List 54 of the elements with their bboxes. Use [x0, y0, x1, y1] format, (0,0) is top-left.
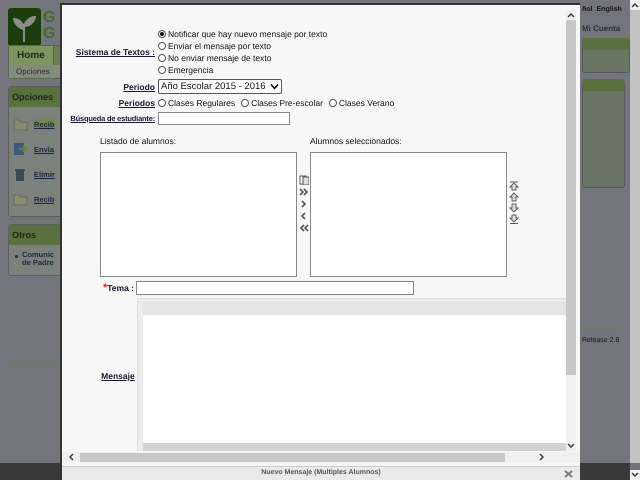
chevron-down-icon[interactable]	[630, 470, 640, 480]
radio-label: Clases Pre-escolar	[251, 98, 323, 108]
radio-button[interactable]	[328, 99, 337, 107]
logo-letter: G	[43, 10, 56, 26]
field-label: Periodos	[118, 98, 155, 108]
student-list[interactable]	[100, 152, 297, 277]
required-mark: *	[102, 282, 108, 294]
folder-icon	[13, 192, 28, 206]
nav-tab[interactable]: Home	[9, 46, 54, 65]
scroll-thumb[interactable]	[566, 20, 576, 375]
document-icon[interactable]	[298, 175, 308, 185]
chevron-right-icon[interactable]	[298, 199, 308, 209]
field-label: Mensaje	[101, 371, 135, 381]
logo-letter: G	[43, 26, 56, 42]
radio-button[interactable]	[158, 42, 166, 50]
period-select[interactable]: Año Escolar 2015 - 2016	[158, 79, 282, 94]
radio-button[interactable]	[158, 30, 166, 38]
arrow-down-icon[interactable]	[509, 203, 519, 214]
bullet-icon	[15, 255, 18, 258]
arrow-up-icon[interactable]	[509, 192, 519, 203]
radio-button[interactable]	[158, 66, 166, 74]
double-chevron-right-icon[interactable]	[298, 187, 308, 197]
radio-button[interactable]	[241, 99, 250, 107]
radio-label: Clases Verano	[338, 98, 394, 108]
chevron-up-icon[interactable]	[630, 0, 640, 10]
horizontal-scrollbar[interactable]	[62, 452, 580, 462]
arrow-down-to-line-icon[interactable]	[509, 214, 519, 225]
student-list[interactable]	[310, 152, 507, 277]
radio-label: Notificar que hay nuevo mensaje por texto	[168, 29, 328, 39]
caret-icon	[270, 83, 279, 90]
radio-label: Emergencia	[168, 65, 214, 75]
list-title: Listado de alumnos:	[100, 136, 178, 147]
vertical-scrollbar[interactable]	[566, 10, 576, 451]
chevron-left-icon[interactable]	[298, 211, 308, 221]
side-panel	[582, 38, 630, 73]
document-arrow-icon	[13, 142, 28, 156]
account-link[interactable]: Mi Cuenta	[582, 24, 630, 33]
list-title: Alumnos seleccionados:	[310, 136, 403, 147]
subject-field[interactable]	[136, 281, 414, 295]
field-label: Sistema de Textos :	[76, 47, 155, 57]
trash-icon	[13, 166, 28, 182]
close-icon[interactable]	[564, 470, 573, 478]
scroll-thumb[interactable]	[80, 452, 505, 462]
double-chevron-left-icon[interactable]	[298, 223, 308, 233]
search-field[interactable]	[158, 112, 290, 125]
arrow-up-to-line-icon[interactable]	[509, 181, 519, 192]
folder-icon	[13, 116, 28, 132]
radio-button[interactable]	[158, 99, 166, 107]
field-label: Tema :	[107, 283, 134, 293]
plant-logo-icon	[8, 8, 41, 46]
radio-button[interactable]	[158, 54, 166, 62]
radio-label: No enviar mensaje de texto	[168, 53, 272, 63]
radio-label: Enviar el mensaje por texto	[168, 41, 271, 51]
radio-label: Clases Regulares	[168, 98, 236, 108]
